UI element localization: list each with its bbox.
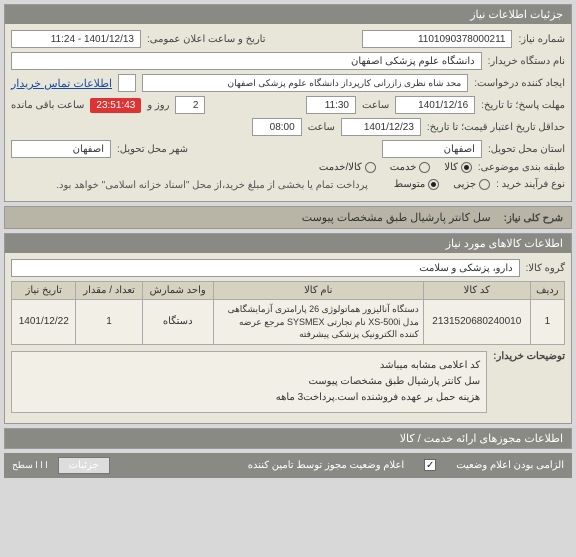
general-desc-label: شرح کلی نیاز:: [504, 213, 563, 224]
category-label: طبقه بندی موضوعی:: [478, 162, 565, 173]
radio-service[interactable]: [419, 162, 430, 173]
validity-date: 1401/12/23: [341, 118, 421, 136]
deadline-date: 1401/12/16: [395, 96, 475, 114]
requester-value: محد شاه نظری زازرانی کارپرداز دانشگاه عل…: [142, 74, 468, 92]
buyer-notes-box: کد اعلامی مشابه میباشد سل کانتر پارشیال …: [11, 351, 487, 413]
req-number-value: 1101090378000211: [362, 30, 512, 48]
radio-small[interactable]: [479, 179, 490, 190]
items-panel: اطلاعات کالاهای مورد نیاز گروه کالا: دار…: [4, 233, 572, 424]
contact-empty: [118, 74, 136, 92]
permits-title: اطلاعات مجوزهای ارائه خدمت / کالا: [5, 429, 571, 448]
items-header-row: ردیف کد کالا نام کالا واحد شمارش تعداد /…: [12, 282, 565, 300]
cell-code: 2131520680240010: [423, 300, 530, 345]
mandatory-checkbox[interactable]: [424, 459, 436, 471]
cell-unit: دستگاه: [142, 300, 213, 345]
payment-note: پرداخت تمام یا بخشی از مبلغ خرید،از محل …: [56, 180, 368, 191]
need-details-panel: جزئیات اطلاعات نیاز شماره نیاز: 11010903…: [4, 4, 572, 202]
radio-goods[interactable]: [461, 162, 472, 173]
col-qty: تعداد / مقدار: [76, 282, 142, 300]
radio-service-label: خدمت: [390, 162, 417, 173]
req-number-label: شماره نیاز:: [518, 34, 565, 45]
radio-goods-label: کالا: [444, 162, 458, 173]
validity-time: 08:00: [252, 118, 302, 136]
levels-text: ا ا ا سطح: [12, 460, 48, 471]
details-button[interactable]: جزئیات: [58, 457, 110, 474]
buyer-contact-link[interactable]: اطلاعات تماس خریدار: [11, 77, 112, 90]
buyer-label: نام دستگاه خریدار:: [488, 56, 565, 67]
countdown-label: ساعت باقی مانده: [11, 100, 84, 111]
items-table: ردیف کد کالا نام کالا واحد شمارش تعداد /…: [11, 281, 565, 345]
validity-label: حداقل تاریخ اعتبار قیمت؛ تا تاریخ:: [427, 122, 565, 133]
cell-name: دستگاه آنالیزور هماتولوژی 26 پارامتری آز…: [213, 300, 423, 345]
table-row: 1 2131520680240010 دستگاه آنالیزور هماتو…: [12, 300, 565, 345]
col-name: نام کالا: [213, 282, 423, 300]
public-date-value: 1401/12/13 - 11:24: [11, 30, 141, 48]
days-label: روز و: [147, 100, 169, 111]
permits-panel: اطلاعات مجوزهای ارائه خدمت / کالا: [4, 428, 572, 449]
city-value: اصفهان: [11, 140, 111, 158]
bottom-bar: الزامی بودن اعلام وضعیت اعلام وضعیت مجوز…: [4, 453, 572, 478]
requester-label: ایجاد کننده درخواست:: [474, 78, 565, 89]
days-left: 2: [175, 96, 205, 114]
countdown-badge: 23:51:43: [90, 98, 141, 113]
buyer-notes-label: توضیحات خریدار:: [493, 351, 565, 362]
col-need-date: تاریخ نیاز: [12, 282, 76, 300]
purchase-type-label: نوع فرآیند خرید :: [496, 179, 565, 190]
deadline-time-label: ساعت: [362, 100, 389, 111]
general-desc-section: شرح کلی نیاز: سل کانتر پارشیال طبق مشخصا…: [4, 206, 572, 229]
cell-need-date: 1401/12/22: [12, 300, 76, 345]
validity-time-label: ساعت: [308, 122, 335, 133]
panel-title: جزئیات اطلاعات نیاز: [5, 5, 571, 24]
col-unit: واحد شمارش: [142, 282, 213, 300]
radio-goods-service-label: کالا/خدمت: [319, 162, 362, 173]
col-row: ردیف: [530, 282, 564, 300]
cell-row: 1: [530, 300, 564, 345]
deadline-time: 11:30: [306, 96, 356, 114]
radio-medium[interactable]: [428, 179, 439, 190]
status-label: اعلام وضعیت مجوز توسط تامین کننده: [248, 460, 405, 471]
general-desc-value: سل کانتر پارشیال طبق مشخصات پیوست: [302, 212, 491, 224]
buyer-value: دانشگاه علوم پزشکی اصفهان: [11, 52, 482, 70]
province-value: اصفهان: [382, 140, 482, 158]
note-line-3: هزینه حمل بر عهده فروشنده است.پرداخت3 ما…: [18, 390, 480, 406]
note-line-1: کد اعلامی مشابه میباشد: [18, 358, 480, 374]
purchase-type-radio-group: جزیی متوسط: [394, 179, 490, 190]
category-radio-group: کالا خدمت کالا/خدمت: [319, 162, 472, 173]
radio-goods-service[interactable]: [365, 162, 376, 173]
cell-qty: 1: [76, 300, 142, 345]
group-value: دارو، پزشکی و سلامت: [11, 259, 520, 277]
items-panel-title: اطلاعات کالاهای مورد نیاز: [5, 234, 571, 253]
group-label: گروه کالا:: [526, 263, 565, 274]
col-code: کد کالا: [423, 282, 530, 300]
mandatory-label: الزامی بودن اعلام وضعیت: [456, 460, 564, 471]
deadline-label: مهلت پاسخ؛ تا تاریخ:: [481, 100, 565, 111]
note-line-2: سل کانتر پارشیال طبق مشخصات پیوست: [18, 374, 480, 390]
radio-small-label: جزیی: [453, 179, 476, 190]
city-label: شهر محل تحویل:: [117, 144, 188, 155]
province-label: استان محل تحویل:: [488, 144, 565, 155]
radio-medium-label: متوسط: [394, 179, 425, 190]
public-date-label: تاریخ و ساعت اعلان عمومی:: [147, 34, 266, 45]
